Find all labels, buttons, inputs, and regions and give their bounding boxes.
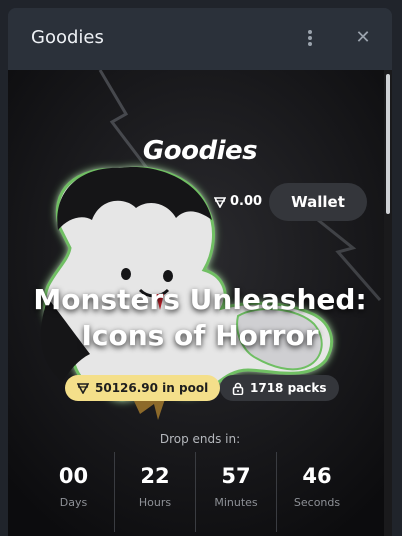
more-options-icon[interactable] <box>304 28 316 50</box>
countdown-unit-label: Hours <box>138 496 172 509</box>
countdown-seconds: 46 Seconds <box>276 452 357 532</box>
countdown-value: 00 <box>58 464 89 488</box>
lock-icon <box>232 382 244 395</box>
countdown-value: 46 <box>302 464 332 488</box>
countdown-value: 22 <box>140 464 170 488</box>
countdown-unit-label: Seconds <box>293 496 341 509</box>
diamond-currency-icon <box>77 383 89 394</box>
countdown-unit-label: Minutes <box>214 496 258 509</box>
title-bar: Goodies ✕ <box>8 8 392 70</box>
drop-title-line2: Icons of Horror <box>81 319 319 352</box>
goodies-logo: Goodies <box>142 136 258 166</box>
pool-badge: 50126.90 in pool <box>65 375 221 401</box>
countdown-days: 00 Days <box>33 452 114 532</box>
drop-page: Goodies 0.00 Wallet Monsters Unleashed: … <box>8 70 392 536</box>
countdown-minutes: 57 Minutes <box>195 452 276 532</box>
countdown-unit-label: Days <box>59 496 88 509</box>
window-title: Goodies <box>31 27 104 48</box>
app-window: Goodies ✕ Goodies 0.00 Wallet Monsters U… <box>8 8 392 536</box>
close-icon[interactable]: ✕ <box>354 27 372 49</box>
countdown-timer: 00 Days 22 Hours 57 Minutes 46 Seconds <box>33 452 373 532</box>
countdown-hours: 22 Hours <box>114 452 195 532</box>
countdown-value: 57 <box>221 464 251 488</box>
diamond-currency-icon <box>214 196 226 208</box>
packs-badge: 1718 packs <box>220 375 339 401</box>
packs-count: 1718 packs <box>250 381 327 395</box>
drop-title: Monsters Unleashed: Icons of Horror <box>8 282 392 354</box>
balance-value: 0.00 <box>230 194 263 209</box>
countdown-label: Drop ends in: <box>159 432 241 446</box>
wallet-button[interactable]: Wallet <box>269 183 367 221</box>
pool-amount: 50126.90 in pool <box>95 381 209 395</box>
drop-title-line1: Monsters Unleashed: <box>33 283 367 316</box>
wallet-balance: 0.00 <box>214 194 262 209</box>
